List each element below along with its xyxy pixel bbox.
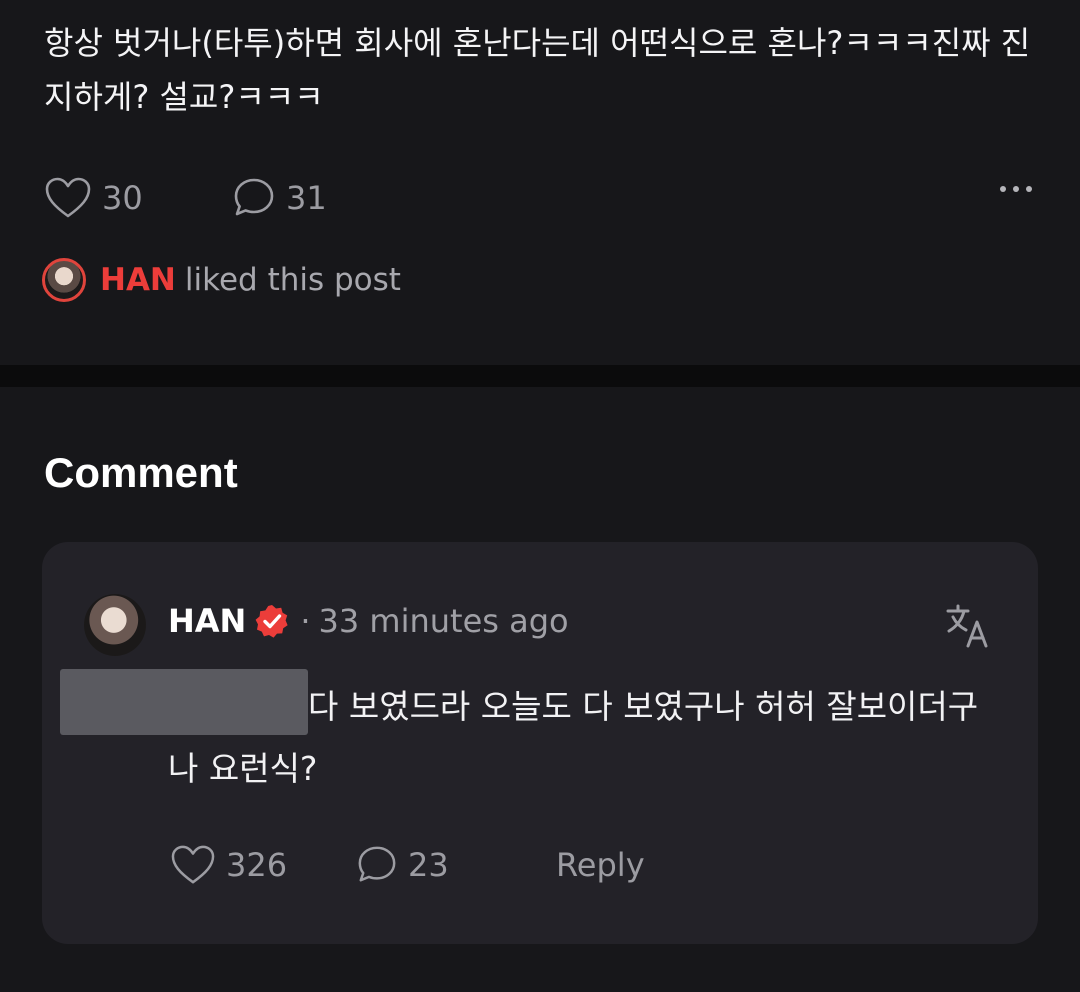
more-dot (1000, 186, 1006, 192)
more-options-icon[interactable] (1000, 186, 1032, 192)
comment-reply-count-button[interactable]: 23 (356, 844, 449, 886)
comments-title: Comment (44, 449, 238, 496)
header-separator: · (300, 602, 311, 640)
speech-bubble-icon (358, 846, 396, 882)
more-dot (1026, 186, 1032, 192)
post-text: 항상 벗거나(타투)하면 회사에 혼난다는데 어떤식으로 혼나?ㅋㅋㅋ진짜 진지… (44, 24, 1031, 116)
comment-card: HAN · 33 minutes ago 다 보였드라 오늘도 다 보였구나 허… (42, 542, 1038, 944)
liked-by-avatar[interactable] (42, 258, 86, 302)
comment-author[interactable]: HAN (168, 602, 246, 640)
post-like-button[interactable]: 30 (44, 176, 143, 220)
post-comment-button[interactable]: 31 (232, 176, 327, 220)
translate-icon[interactable] (944, 602, 992, 650)
comment-text: 다 보였드라 오늘도 다 보였구나 허허 잘보이더구나 요런식? (168, 676, 1008, 800)
comment-body: 다 보였드라 오늘도 다 보였구나 허허 잘보이더구나 요런식? (168, 687, 979, 788)
comment-timestamp: 33 minutes ago (318, 602, 569, 640)
comment-like-count: 326 (226, 846, 288, 884)
section-divider (0, 365, 1080, 387)
post-comment-count: 31 (286, 179, 327, 217)
comment-like-button[interactable]: 326 (170, 844, 287, 886)
liked-by-text: liked this post (184, 262, 401, 298)
liked-by-name[interactable]: HAN (100, 262, 176, 298)
reply-button[interactable]: Reply (556, 846, 645, 884)
speech-bubble-icon (234, 178, 274, 216)
heart-outline-icon (171, 845, 215, 884)
avatar[interactable] (84, 594, 146, 656)
post-like-count: 30 (102, 179, 143, 217)
post-card: 항상 벗거나(타투)하면 회사에 혼난다는데 어떤식으로 혼나?ㅋㅋㅋ진짜 진지… (0, 0, 1080, 365)
more-dot (1013, 186, 1019, 192)
comment-reply-count: 23 (408, 846, 449, 884)
verified-badge-icon (255, 605, 288, 638)
comments-section: Comment HAN · 33 minutes ago 다 보였드라 오늘도 … (0, 387, 1080, 992)
heart-outline-icon (45, 177, 91, 218)
liked-by-row: HAN liked this post (42, 258, 401, 302)
comment-header: HAN · 33 minutes ago (168, 602, 569, 640)
